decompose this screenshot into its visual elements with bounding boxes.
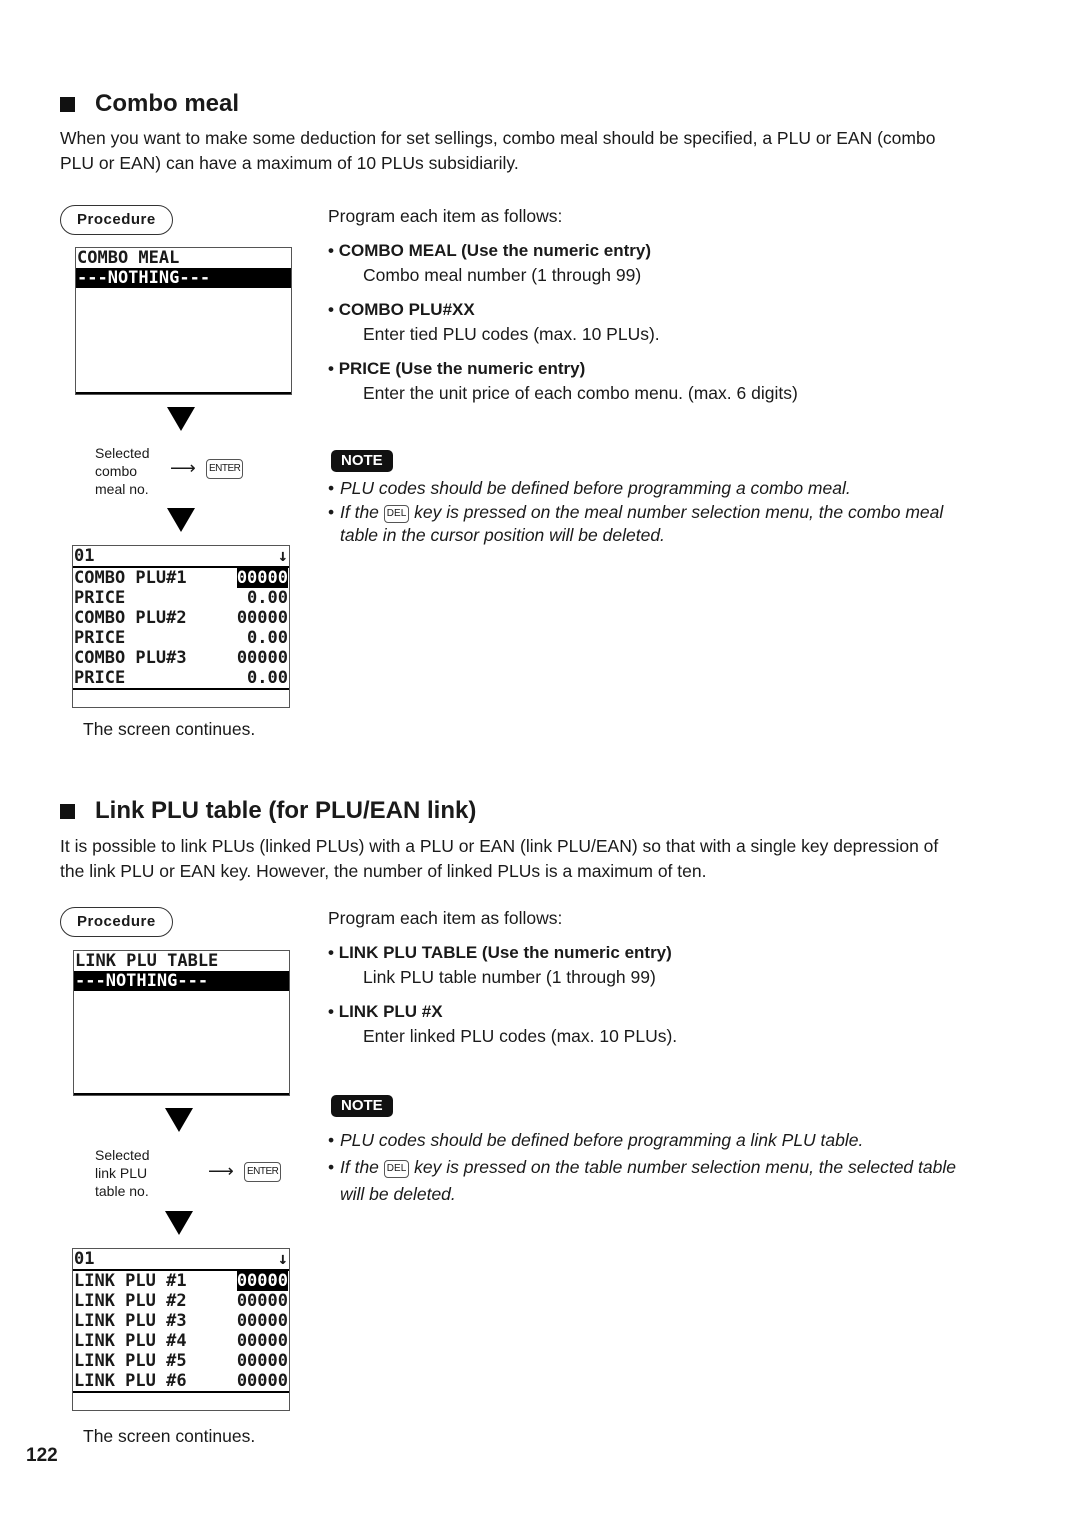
notes-list: • PLU codes should be defined before prog…: [328, 477, 968, 548]
down-triangle-icon: [167, 508, 195, 532]
lcd-highlight-row: ---NOTHING---: [76, 268, 291, 288]
lcd-row: PRICE 0.00: [73, 668, 289, 690]
section-title: Combo meal: [95, 90, 240, 117]
page-number: 122: [26, 1445, 58, 1466]
item-desc: Enter tied PLU codes (max. 10 PLUs).: [363, 324, 660, 344]
selection-label: Selected combo meal no.: [95, 445, 150, 497]
lcd-row: COMBO PLU#1 00000: [74, 568, 288, 588]
note-item: • If the DEL key is pressed on the table …: [328, 1157, 956, 1204]
lcd-row: LINK PLU #5 00000: [74, 1351, 288, 1371]
lcd-screen-link-plu-menu: LINK PLU TABLE ---NOTHING---: [73, 950, 290, 1096]
item-heading: • COMBO PLU#XX: [328, 299, 475, 319]
note-item: • PLU codes should be defined before prog…: [328, 1130, 864, 1150]
right-arrow-icon: ⟶: [170, 458, 196, 478]
program-instructions: Program each item as follows: • COMBO ME…: [328, 204, 1028, 406]
section-heading-combo-meal: Combo meal: [60, 90, 239, 118]
program-intro: Program each item as follows:: [328, 908, 563, 928]
item-heading: • COMBO MEAL (Use the numeric entry): [328, 240, 652, 260]
down-triangle-icon: [165, 1108, 193, 1132]
screen-continues-text: The screen continues.: [83, 719, 256, 739]
notes-list: • PLU codes should be defined before prog…: [328, 1127, 968, 1208]
square-bullet-icon: [60, 96, 75, 112]
down-triangle-icon: [167, 407, 195, 431]
lcd-row: LINK PLU #6 00000: [73, 1371, 289, 1393]
item-desc: Enter linked PLU codes (max. 10 PLUs).: [363, 1026, 678, 1046]
program-instructions: Program each item as follows: • LINK PLU…: [328, 906, 1028, 1049]
lcd-highlight-row: ---NOTHING---: [74, 971, 289, 991]
right-arrow-icon: ⟶: [208, 1161, 234, 1181]
item-heading: • PRICE (Use the numeric entry): [328, 358, 586, 378]
note-item: • PLU codes should be defined before prog…: [328, 478, 851, 498]
lcd-header: 01 ↓: [73, 546, 289, 568]
lcd-row: LINK PLU #4 00000: [74, 1331, 288, 1351]
down-triangle-icon: [165, 1211, 193, 1235]
program-intro: Program each item as follows:: [328, 206, 563, 226]
selection-label: Selected link PLU table no.: [95, 1147, 150, 1199]
lcd-row: COMBO PLU#2 00000: [74, 608, 288, 628]
item-desc: Link PLU table number (1 through 99): [363, 967, 656, 987]
lcd-header: 01 ↓: [73, 1249, 289, 1271]
procedure-badge: Procedure: [60, 907, 173, 937]
item-heading: • LINK PLU TABLE (Use the numeric entry): [328, 942, 672, 962]
enter-key-icon: ENTER: [206, 459, 244, 479]
item-desc: Enter the unit price of each combo menu.…: [363, 383, 798, 403]
section-heading-link-plu: Link PLU table (for PLU/EAN link): [60, 797, 476, 825]
section-intro: When you want to make some deduction for…: [60, 128, 936, 173]
lcd-row: LINK PLU #3 00000: [74, 1311, 288, 1331]
square-bullet-icon: [60, 803, 75, 819]
lcd-row: LINK PLU #1 00000: [74, 1271, 288, 1291]
del-key-icon: DEL: [383, 1160, 410, 1178]
scroll-down-icon: ↓: [277, 546, 288, 566]
del-key-icon: DEL: [383, 504, 410, 523]
enter-key-icon: ENTER: [244, 1162, 282, 1182]
note-badge: NOTE: [331, 450, 393, 472]
lcd-title: LINK PLU TABLE: [75, 951, 219, 971]
item-heading: • LINK PLU #X: [328, 1001, 443, 1021]
note-item: • If the DEL key is pressed on the meal n…: [328, 501, 944, 546]
scroll-down-icon: ↓: [277, 1249, 288, 1269]
lcd-row: PRICE 0.00: [74, 588, 288, 608]
section-title: Link PLU table (for PLU/EAN link): [95, 797, 477, 824]
lcd-row: LINK PLU #2 00000: [74, 1291, 288, 1311]
lcd-row: COMBO PLU#3 00000: [74, 648, 288, 668]
lcd-screen-link-plu-entry: 01 ↓ LINK PLU #1 00000 LINK PLU #2 00000 LI…: [72, 1248, 290, 1411]
item-desc: Combo meal number (1 through 99): [363, 265, 642, 285]
note-badge: NOTE: [331, 1095, 393, 1117]
lcd-row: PRICE 0.00: [74, 628, 288, 648]
lcd-title: COMBO MEAL: [77, 248, 180, 268]
lcd-screen-combo-meal-menu: COMBO MEAL ---NOTHING---: [75, 247, 292, 395]
section-intro: It is possible to link PLUs (linked PLUs…: [60, 836, 939, 881]
screen-continues-text: The screen continues.: [83, 1426, 256, 1446]
procedure-badge: Procedure: [60, 205, 173, 235]
lcd-screen-combo-plu-entry: 01 ↓ COMBO PLU#1 00000 PRICE 0.00 COMBO PLU…: [72, 545, 290, 708]
